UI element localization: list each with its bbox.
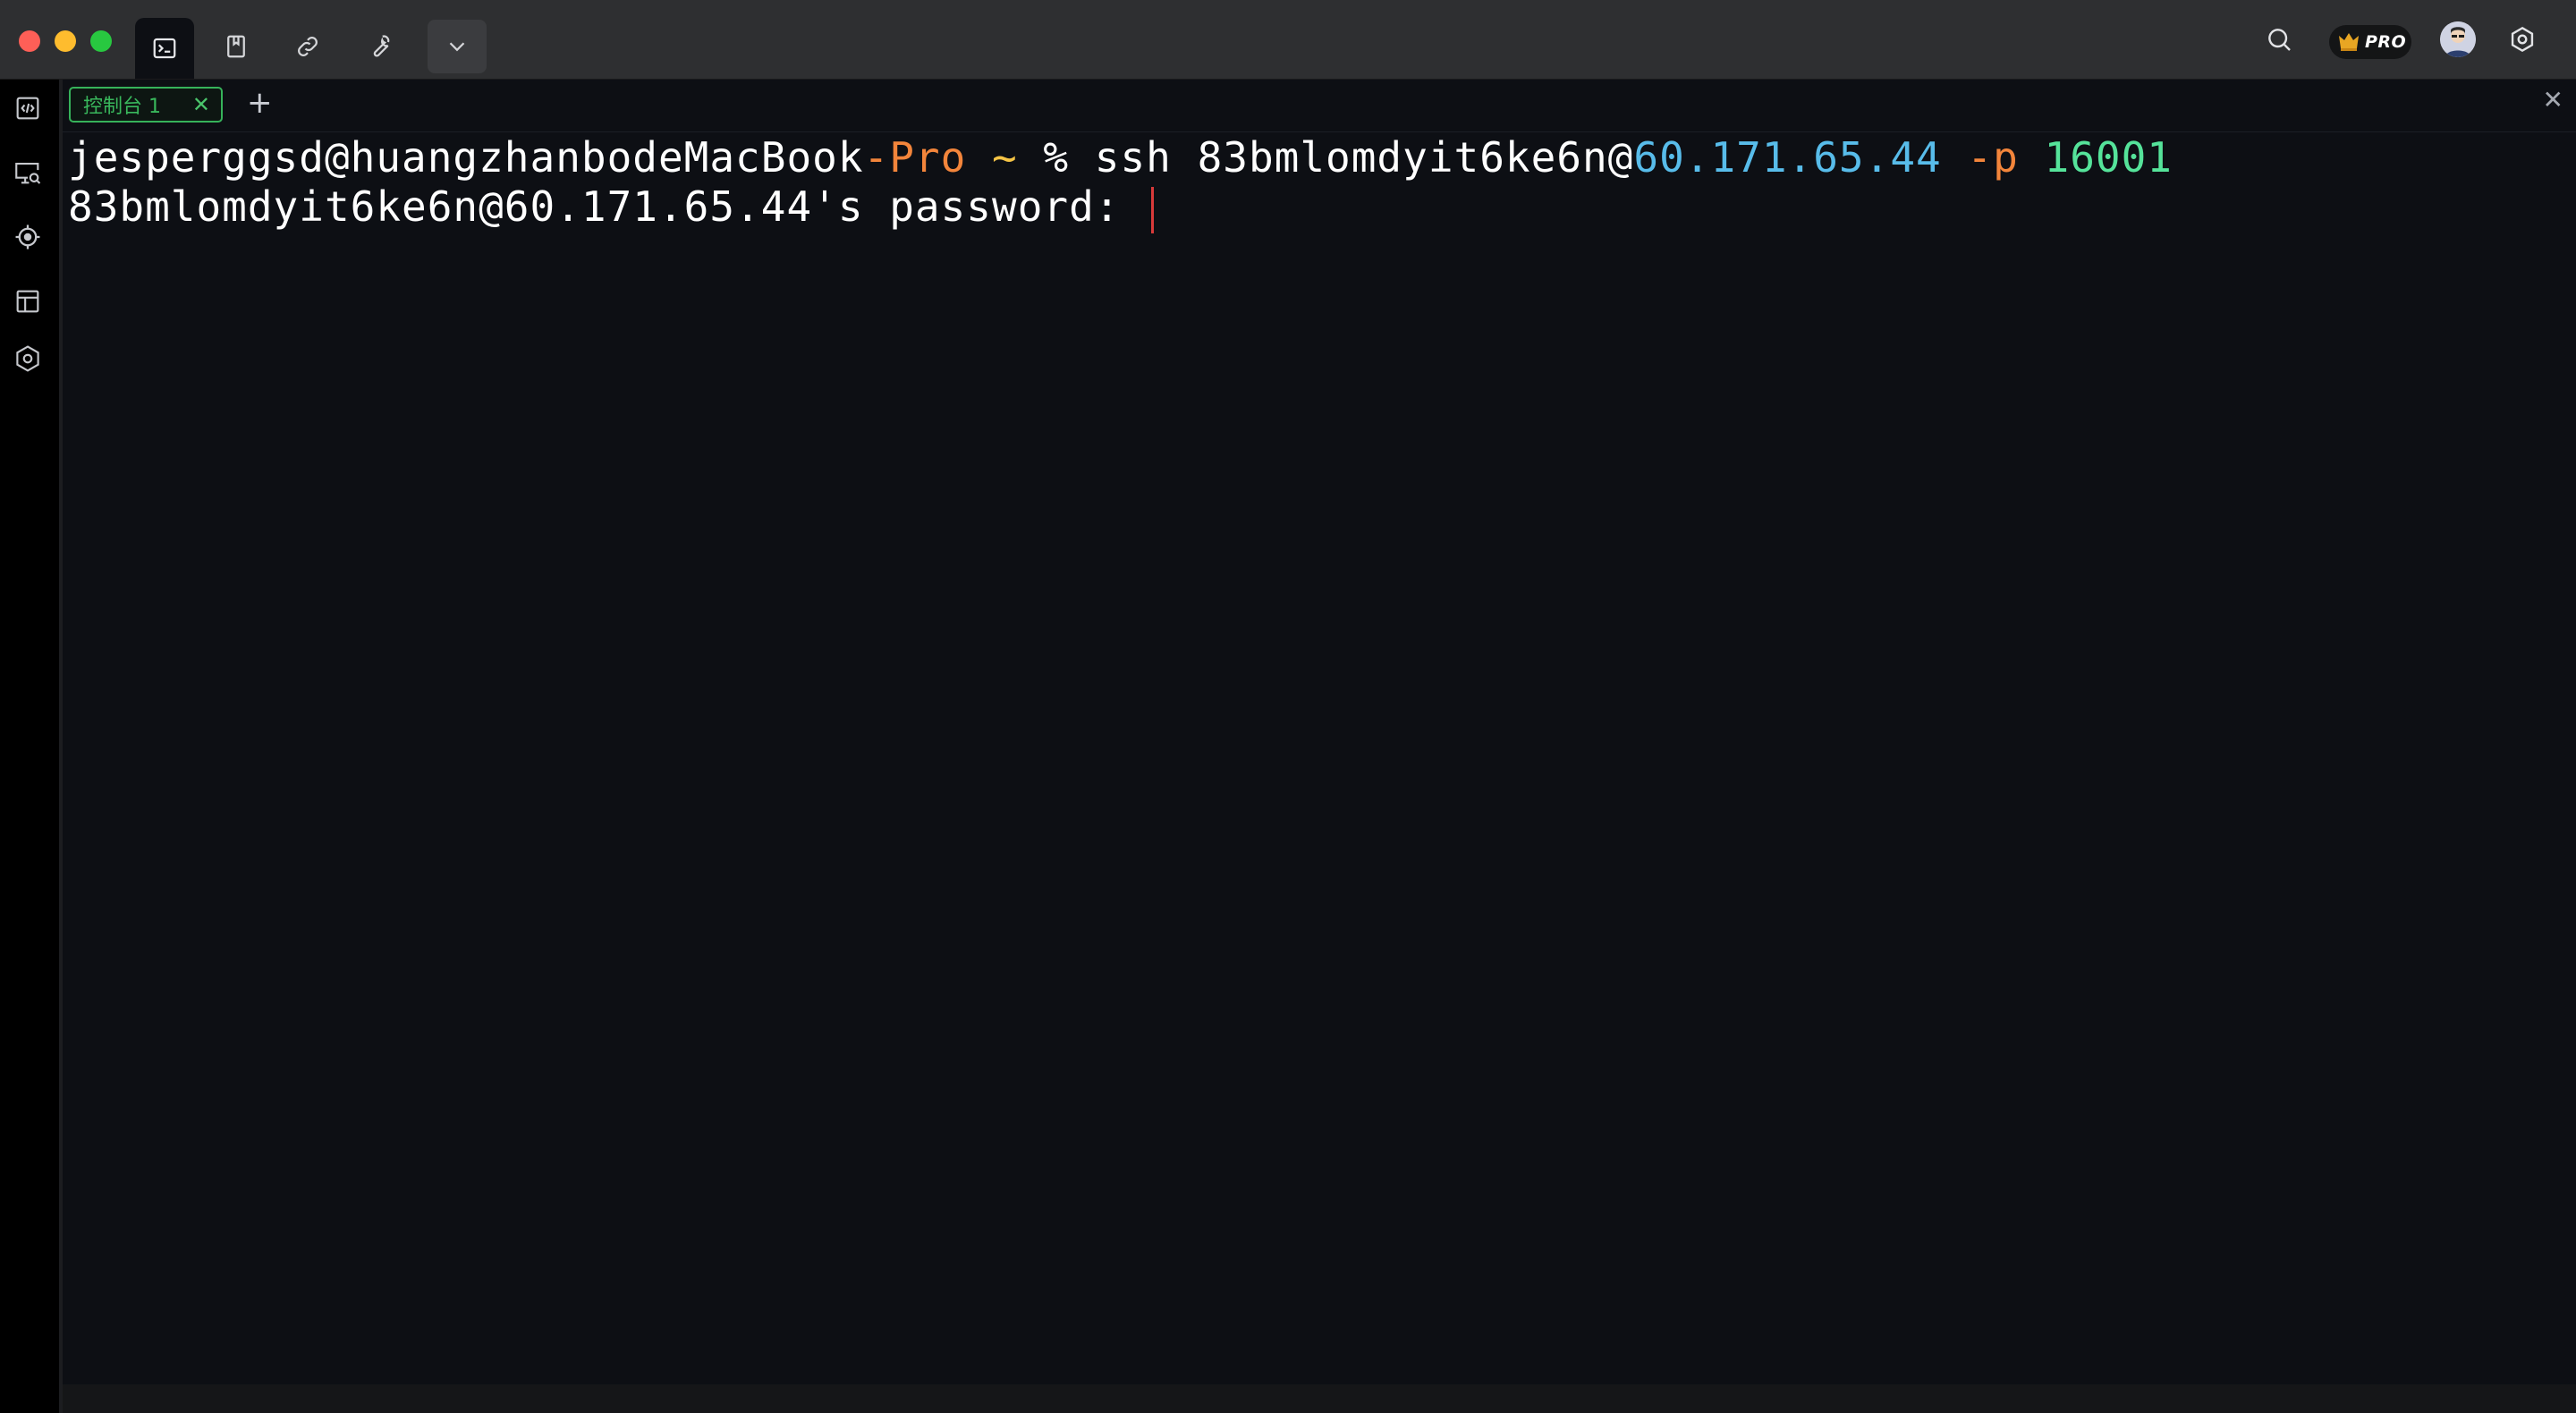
pro-badge[interactable]: PRO xyxy=(2329,25,2411,59)
settings-button[interactable] xyxy=(2506,23,2538,55)
terminal-output[interactable]: jesperggsd@huangzhanbodeMacBook-Pro ~ % … xyxy=(63,132,2576,1384)
close-panel-icon[interactable]: ✕ xyxy=(2543,85,2563,114)
prompt-tilde: ~ xyxy=(966,133,1018,182)
user-avatar-icon xyxy=(2440,21,2476,57)
search-button[interactable] xyxy=(2263,23,2295,55)
hexagon-settings-icon xyxy=(16,345,39,372)
command-flag: -p xyxy=(1941,133,2019,182)
layout-icon xyxy=(16,290,39,313)
tab-bookmarks[interactable] xyxy=(207,20,266,73)
password-prompt: 83bmlomdyit6ke6n@60.171.65.44's password… xyxy=(68,182,1147,231)
sidebar-item-target[interactable] xyxy=(12,221,44,253)
text-cursor xyxy=(1151,186,1155,233)
sidebar-item-code[interactable] xyxy=(12,92,44,124)
command-ip: 60.171.65.44 xyxy=(1633,133,1942,182)
sidebar-item-settings[interactable] xyxy=(12,343,44,375)
chevron-down-icon xyxy=(449,42,465,52)
command-port: 16001 xyxy=(2018,133,2173,182)
tab-links[interactable] xyxy=(278,20,337,73)
pro-label: PRO xyxy=(2365,32,2407,52)
console-tab-strip: 控制台 1 ✕ + ✕ xyxy=(63,80,2576,132)
zoom-window-button[interactable] xyxy=(90,30,112,52)
tab-tools[interactable] xyxy=(350,20,409,73)
add-tab-button[interactable]: + xyxy=(247,85,273,121)
prompt-user-host: jesperggsd@huangzhanbodeMacBook xyxy=(68,133,864,182)
command-text: % ssh 83bmlomdyit6ke6n@ xyxy=(1017,133,1634,182)
monitor-search-icon xyxy=(15,163,41,184)
close-tab-icon[interactable]: ✕ xyxy=(192,92,210,117)
more-tabs-dropdown[interactable] xyxy=(428,20,487,73)
crosshair-icon xyxy=(15,224,40,250)
terminal-line-command: jesperggsd@huangzhanbodeMacBook-Pro ~ % … xyxy=(68,132,2173,182)
tab-terminal[interactable] xyxy=(135,18,194,79)
code-window-icon xyxy=(16,97,39,120)
sidebar-item-monitor-search[interactable] xyxy=(12,157,44,189)
link-icon xyxy=(298,37,318,56)
left-sidebar xyxy=(0,80,63,1413)
bookmark-icon xyxy=(227,35,245,58)
crown-icon xyxy=(2339,33,2359,51)
prompt-host-suffix: -Pro xyxy=(863,133,967,182)
minimize-window-button[interactable] xyxy=(55,30,76,52)
close-window-button[interactable] xyxy=(19,30,40,52)
bottom-bar xyxy=(63,1384,2576,1413)
terminal-icon xyxy=(153,38,176,59)
console-tab-label: 控制台 1 xyxy=(83,96,161,118)
avatar[interactable] xyxy=(2440,21,2476,57)
terminal-line-password: 83bmlomdyit6ke6n@60.171.65.44's password… xyxy=(68,182,1155,233)
sidebar-item-layout[interactable] xyxy=(12,285,44,317)
title-bar: PRO xyxy=(0,0,2576,80)
tab-console-1[interactable]: 控制台 1 ✕ xyxy=(69,87,223,123)
wrench-icon xyxy=(373,35,390,57)
settings-icon xyxy=(2511,26,2534,53)
search-icon xyxy=(2268,29,2291,51)
